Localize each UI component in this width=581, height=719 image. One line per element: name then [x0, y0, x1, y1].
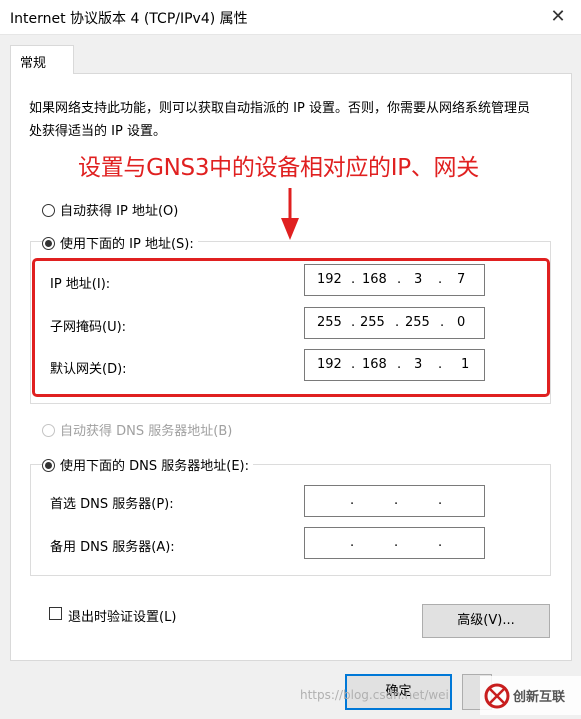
manual-ip-radio[interactable]: 使用下面的 IP 地址(S): [42, 233, 198, 252]
auto-ip-label: 自动获得 IP 地址(O) [60, 204, 179, 219]
tab-general[interactable]: 常规 [10, 45, 74, 74]
ip-dot: . [438, 535, 443, 550]
mask-octet-4: 0 [457, 315, 466, 330]
ip-address-field[interactable]: 192 . 168 . 3 . 7 [304, 264, 485, 296]
preferred-dns-field[interactable]: . . . [304, 485, 485, 517]
ip-dot: . [395, 315, 400, 330]
description-text: 如果网络支持此功能，则可以获取自动指派的 IP 设置。否则，你需要从网络系统管理… [29, 101, 530, 139]
window-title: Internet 协议版本 4 (TCP/IPv4) 属性 [10, 11, 248, 27]
ip-octet-4: 7 [457, 272, 466, 287]
manual-ip-label: 使用下面的 IP 地址(S): [60, 237, 194, 252]
mask-octet-3: 255 [405, 315, 430, 330]
annotation-text: 设置与GNS3中的设备相对应的IP、网关 [78, 155, 479, 181]
subnet-mask-label: 子网掩码(U): [50, 320, 127, 335]
close-icon[interactable]: ✕ [535, 0, 581, 34]
ip-dot: . [351, 357, 356, 372]
ip-address-label: IP 地址(I): [50, 277, 111, 292]
ip-dot: . [351, 272, 356, 287]
brand-logo: 创新互联 [480, 676, 581, 715]
manual-dns-radio[interactable]: 使用下面的 DNS 服务器地址(E): [42, 455, 253, 474]
manual-dns-radio-circle[interactable] [42, 459, 55, 472]
ip-dot: . [350, 493, 355, 508]
ip-dot: . [350, 535, 355, 550]
logo-text: 创新互联 [513, 690, 566, 705]
mask-octet-1: 255 [317, 315, 342, 330]
advanced-button[interactable]: 高级(V)... [422, 604, 550, 638]
alternate-dns-field[interactable]: . . . [304, 527, 485, 559]
ip-dot: . [397, 272, 402, 287]
ip-octet-2: 168 [362, 272, 387, 287]
validate-on-exit-checkbox[interactable] [49, 607, 62, 620]
ip-octet-1: 192 [317, 272, 342, 287]
gw-octet-3: 3 [414, 357, 423, 372]
alternate-dns-label: 备用 DNS 服务器(A): [50, 540, 175, 555]
auto-dns-radio[interactable]: 自动获得 DNS 服务器地址(B) [42, 420, 232, 439]
preferred-dns-label: 首选 DNS 服务器(P): [50, 497, 174, 512]
default-gateway-label: 默认网关(D): [50, 362, 127, 377]
title-bar: Internet 协议版本 4 (TCP/IPv4) 属性 ✕ [0, 0, 581, 35]
manual-dns-label: 使用下面的 DNS 服务器地址(E): [60, 459, 249, 474]
ip-dot: . [394, 493, 399, 508]
auto-dns-radio-circle[interactable] [42, 424, 55, 437]
annotation-arrow-icon [281, 188, 299, 240]
ip-dot: . [394, 535, 399, 550]
manual-ip-radio-circle[interactable] [42, 237, 55, 250]
subnet-mask-field[interactable]: 255 . 255 . 255 . 0 [304, 307, 485, 339]
ip-dot: . [397, 357, 402, 372]
auto-ip-radio-circle[interactable] [42, 204, 55, 217]
auto-dns-label: 自动获得 DNS 服务器地址(B) [60, 424, 233, 439]
ip-dot: . [438, 493, 443, 508]
gw-octet-2: 168 [362, 357, 387, 372]
gw-octet-1: 192 [317, 357, 342, 372]
ip-dot: . [351, 315, 356, 330]
ip-octet-3: 3 [414, 272, 423, 287]
ip-dot: . [438, 357, 443, 372]
auto-ip-radio[interactable]: 自动获得 IP 地址(O) [42, 200, 178, 219]
ip-dot: . [440, 315, 445, 330]
mask-octet-2: 255 [360, 315, 385, 330]
default-gateway-field[interactable]: 192 . 168 . 3 . 1 [304, 349, 485, 381]
gw-octet-4: 1 [461, 357, 470, 372]
ip-dot: . [438, 272, 443, 287]
dns-group-box [30, 464, 551, 576]
validate-on-exit-label[interactable]: 退出时验证设置(L) [68, 606, 176, 625]
watermark-text: https://blog.csdn.net/wei [300, 688, 449, 702]
